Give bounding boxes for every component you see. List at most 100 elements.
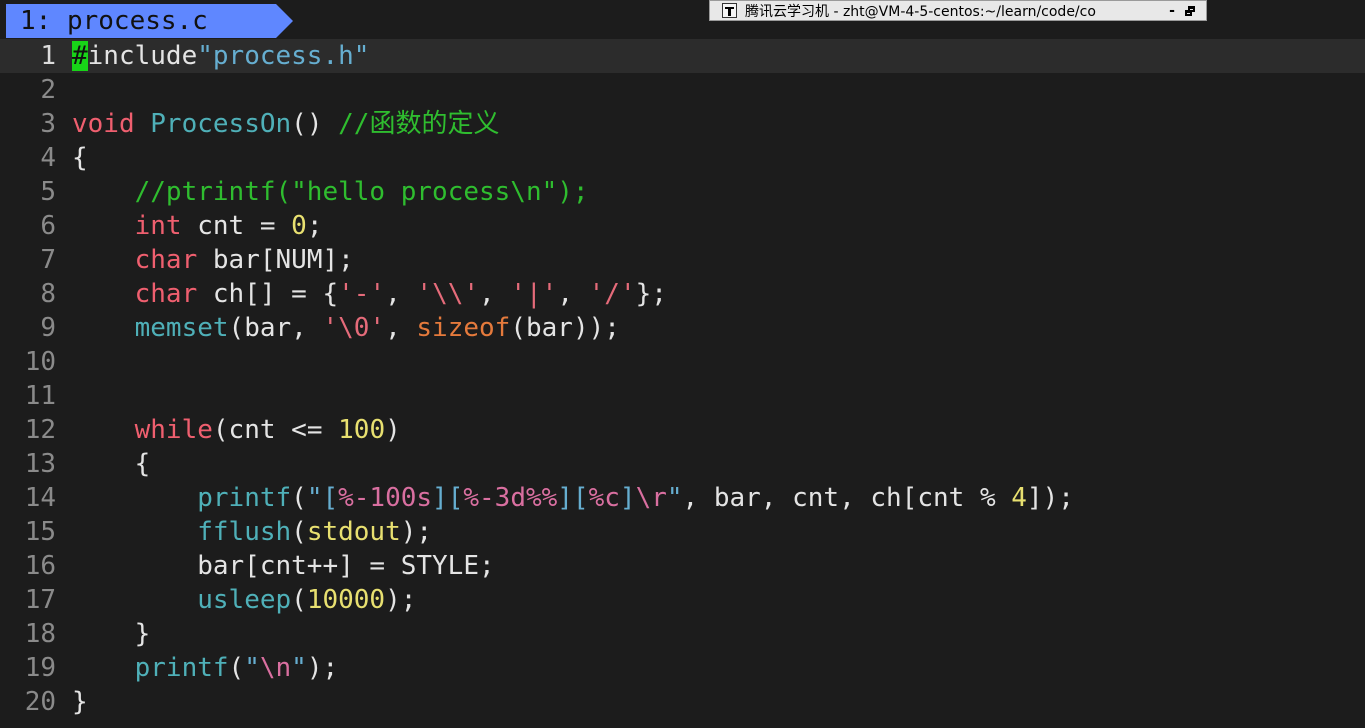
code-token: sizeof — [416, 313, 511, 343]
code-text: while(cnt <= 100) — [72, 413, 401, 447]
code-text: bar[cnt++] = STYLE; — [72, 549, 494, 583]
tab-process-c[interactable]: 1: process.c — [6, 4, 276, 38]
line-number: 8 — [40, 279, 56, 309]
code-token: ( — [228, 653, 245, 683]
code-token: '\0' — [322, 313, 386, 343]
line-number: 9 — [40, 313, 56, 343]
code-token: (bar)); — [510, 313, 620, 343]
code-token: //ptrintf("hello process\n"); — [134, 177, 589, 207]
code-token: include — [87, 41, 198, 71]
code-line[interactable]: 15 fflush(stdout); — [0, 515, 1365, 549]
code-token: '/' — [588, 279, 636, 309]
code-token: ); — [306, 653, 339, 683]
pin-icon[interactable] — [722, 3, 737, 18]
code-token: " — [666, 483, 683, 513]
code-line[interactable]: 2 — [0, 73, 1365, 107]
code-token: ]); — [1026, 483, 1074, 513]
tab-arrow-separator — [276, 4, 293, 38]
code-text: //ptrintf("hello process\n"); — [72, 175, 589, 209]
code-token: ); — [385, 585, 417, 615]
code-text: printf("[%-100s][%-3d%%][%c]\r", bar, cn… — [72, 481, 1074, 515]
code-line[interactable]: 19 printf("\n"); — [0, 651, 1365, 685]
line-number: 5 — [40, 177, 56, 207]
restore-icon[interactable] — [1184, 4, 1198, 18]
code-line[interactable]: 3 void ProcessOn() //函数的定义 — [0, 107, 1365, 141]
code-line[interactable]: 10 — [0, 345, 1365, 379]
code-token: '\\' — [416, 279, 480, 309]
line-number: 2 — [40, 75, 56, 105]
code-line[interactable]: 11 — [0, 379, 1365, 413]
code-token: ch[] = { — [197, 279, 339, 309]
code-line[interactable]: 20} — [0, 685, 1365, 719]
code-token: " — [291, 653, 307, 683]
code-token: while — [134, 415, 213, 445]
code-text: #include"process.h" — [72, 39, 369, 73]
line-number: 7 — [40, 245, 56, 275]
minimize-button[interactable]: - — [1164, 3, 1180, 19]
code-token: ); — [400, 517, 433, 547]
line-number: 19 — [24, 653, 56, 683]
code-line[interactable]: 8 char ch[] = {'-', '\\', '|', '/'}; — [0, 277, 1365, 311]
code-line[interactable]: 4{ — [0, 141, 1365, 175]
code-token: }; — [635, 279, 667, 309]
line-number: 18 — [24, 619, 56, 649]
code-token: %c — [588, 483, 620, 513]
code-token: { — [72, 143, 88, 173]
code-line[interactable]: 18 } — [0, 617, 1365, 651]
code-token: //函数的定义 — [338, 109, 500, 139]
code-token: printf — [134, 653, 229, 683]
line-number: 4 — [40, 143, 56, 173]
code-line[interactable]: 13 { — [0, 447, 1365, 481]
code-line[interactable]: 17 usleep(10000); — [0, 583, 1365, 617]
code-token: \r — [635, 483, 667, 513]
code-token: void — [72, 109, 135, 139]
code-token: char — [134, 245, 198, 275]
code-text: char ch[] = {'-', '\\', '|', '/'}; — [72, 277, 667, 311]
line-number: 15 — [24, 517, 56, 547]
code-token: '|' — [510, 279, 558, 309]
code-text: } — [72, 617, 151, 651]
code-token: %-100s — [338, 483, 433, 513]
code-token: ProcessOn — [150, 109, 292, 139]
code-text: char bar[NUM]; — [72, 243, 354, 277]
code-token: ] — [619, 483, 636, 513]
code-line[interactable]: 6 int cnt = 0; — [0, 209, 1365, 243]
code-token: "[ — [306, 483, 339, 513]
code-token: { — [72, 449, 151, 479]
code-line[interactable]: 5 //ptrintf("hello process\n"); — [0, 175, 1365, 209]
code-token: ) — [385, 415, 401, 445]
code-token: int — [134, 211, 182, 241]
code-token: ( — [291, 517, 307, 547]
code-line[interactable]: 12 while(cnt <= 100) — [0, 413, 1365, 447]
line-number: 3 — [40, 109, 56, 139]
code-line[interactable]: 16 bar[cnt++] = STYLE; — [0, 549, 1365, 583]
code-token: , — [385, 313, 417, 343]
session-title: 腾讯云学习机 - zht@VM-4-5-centos:~/learn/code/… — [745, 3, 1096, 20]
code-token: , — [479, 279, 511, 309]
code-token: , bar, cnt, ch[cnt % — [682, 483, 1012, 513]
line-number: 20 — [24, 687, 56, 717]
code-token: char — [134, 279, 198, 309]
code-token: stdout — [306, 517, 401, 547]
code-line[interactable]: 7 char bar[NUM]; — [0, 243, 1365, 277]
code-line[interactable]: 1 #include"process.h" — [0, 39, 1365, 73]
code-text: fflush(stdout); — [72, 515, 432, 549]
code-token: '-' — [338, 279, 386, 309]
code-token: " — [244, 653, 260, 683]
code-text: memset(bar, '\0', sizeof(bar)); — [72, 311, 620, 345]
code-editor[interactable]: 1 #include"process.h" 2 3 void ProcessOn () /… — [0, 39, 1365, 728]
line-number: 17 — [24, 585, 56, 615]
code-text: int cnt = 0; — [72, 209, 323, 243]
line-number: 13 — [24, 449, 56, 479]
code-line[interactable]: 14 printf("[%-100s][%-3d%%][%c]\r", bar,… — [0, 481, 1365, 515]
line-number: 14 — [24, 483, 56, 513]
code-line[interactable]: 9 memset(bar, '\0', sizeof(bar)); — [0, 311, 1365, 345]
code-text: } — [72, 685, 88, 719]
code-token: ( — [291, 585, 307, 615]
